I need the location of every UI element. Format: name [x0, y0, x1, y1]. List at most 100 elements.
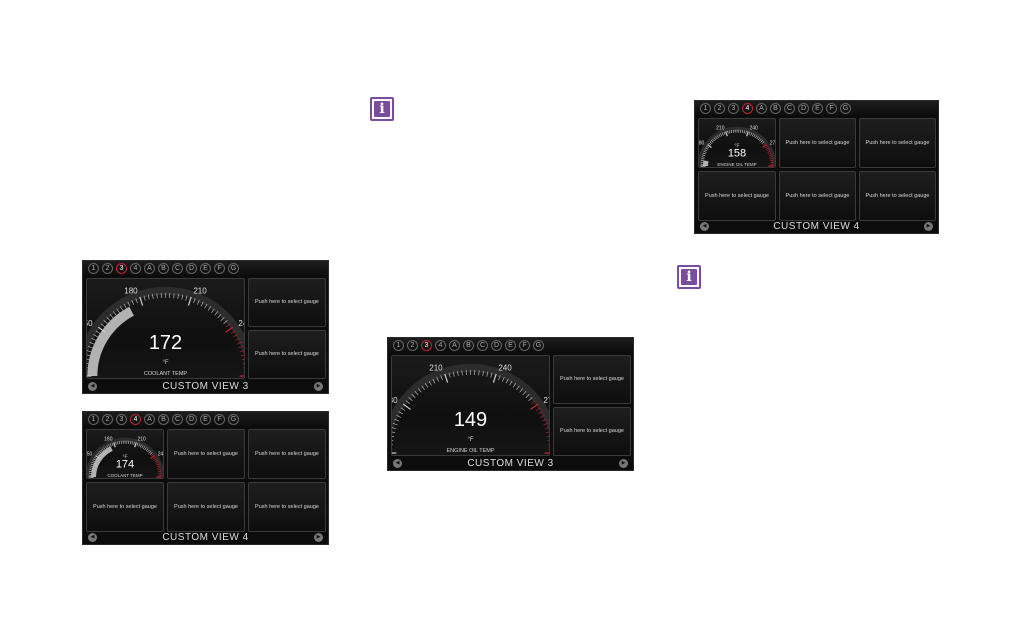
gauge-label: COOLANT TEMP — [144, 371, 188, 377]
arrow-right-icon[interactable]: ▶ — [314, 382, 323, 391]
gauge-tick-label: 180 — [104, 437, 113, 443]
tab-b[interactable]: B — [770, 102, 781, 114]
select-gauge-button[interactable]: Push here to select gauge — [859, 118, 936, 168]
gauge-value: 172 — [149, 332, 182, 354]
view-tabs: 1234ABCDEFG — [83, 261, 328, 275]
gauge-tick — [746, 131, 749, 137]
gauge-tick — [85, 354, 91, 357]
tab-f[interactable]: F — [519, 339, 530, 351]
gauge-tick-label: 150 — [87, 319, 93, 328]
gauge-tick-label: 270 — [770, 140, 775, 146]
gauge-unit: °F — [467, 437, 473, 443]
tab-a[interactable]: A — [144, 413, 155, 425]
tab-a[interactable]: A — [449, 339, 460, 351]
select-gauge-button[interactable]: Push here to select gauge — [86, 482, 164, 532]
gauge-panel[interactable]: 120150180210240270172°FCOOLANT TEMP — [83, 278, 270, 379]
tab-b[interactable]: B — [158, 413, 169, 425]
engine-oil-temp-gauge: 150180210240270300158°FENGINE OIL TEMP — [695, 126, 786, 168]
tab-3[interactable]: 3 — [728, 102, 739, 114]
tab-4[interactable]: 4 — [130, 262, 141, 274]
info-icon: i — [370, 97, 394, 121]
arrow-left-icon[interactable]: ◀ — [393, 459, 402, 468]
view-title-bar: CUSTOM VIEW 4 — [695, 220, 938, 233]
tab-e[interactable]: E — [505, 339, 516, 351]
view-title: CUSTOM VIEW 4 — [773, 221, 860, 232]
select-gauge-button[interactable]: Push here to select gauge — [248, 330, 326, 379]
tab-b[interactable]: B — [463, 339, 474, 351]
select-gauge-button[interactable]: Push here to select gauge — [553, 407, 631, 456]
tab-d[interactable]: D — [186, 413, 197, 425]
tab-4[interactable]: 4 — [435, 339, 446, 351]
tab-c[interactable]: C — [784, 102, 795, 114]
gauge-tick — [113, 442, 116, 448]
tab-g[interactable]: G — [228, 262, 239, 274]
select-gauge-button[interactable]: Push here to select gauge — [779, 171, 856, 221]
arrow-right-icon[interactable]: ▶ — [619, 459, 628, 468]
tab-2[interactable]: 2 — [714, 102, 725, 114]
tab-d[interactable]: D — [186, 262, 197, 274]
tab-c[interactable]: C — [172, 262, 183, 274]
gauge-tick — [243, 367, 249, 369]
tab-a[interactable]: A — [144, 262, 155, 274]
tab-c[interactable]: C — [172, 413, 183, 425]
tab-g[interactable]: G — [228, 413, 239, 425]
arrow-left-icon[interactable]: ◀ — [88, 533, 97, 542]
gauge-tick-label: 240 — [238, 319, 244, 328]
gauge-panel[interactable]: 150180210240270300149°FENGINE OIL TEMP — [388, 355, 575, 456]
arrow-left-icon[interactable]: ◀ — [700, 222, 709, 231]
select-gauge-button[interactable]: Push here to select gauge — [698, 171, 776, 221]
select-gauge-button[interactable]: Push here to select gauge — [859, 171, 936, 221]
select-gauge-button[interactable]: Push here to select gauge — [248, 278, 326, 327]
tab-1[interactable]: 1 — [393, 339, 404, 351]
gauge-panel[interactable]: 150180210240270300158°FENGINE OIL TEMP — [695, 118, 786, 168]
tab-g[interactable]: G — [533, 339, 544, 351]
tab-1[interactable]: 1 — [700, 102, 711, 114]
tab-f[interactable]: F — [826, 102, 837, 114]
tab-g[interactable]: G — [840, 102, 851, 114]
gauge-tick — [530, 403, 539, 410]
tab-3[interactable]: 3 — [421, 339, 432, 351]
gauge-tick-label: 240 — [498, 363, 512, 372]
tab-d[interactable]: D — [798, 102, 809, 114]
tab-1[interactable]: 1 — [88, 262, 99, 274]
gauge-tick — [547, 439, 553, 442]
gauge-panel[interactable]: 120150180210240270174°FCOOLANT TEMP — [83, 429, 174, 479]
gauge-tick — [402, 403, 411, 410]
select-gauge-button[interactable]: Push here to select gauge — [248, 482, 326, 532]
select-gauge-button[interactable]: Push here to select gauge — [553, 355, 631, 404]
arrow-left-icon[interactable]: ◀ — [88, 382, 97, 391]
select-gauge-button[interactable]: Push here to select gauge — [167, 482, 245, 532]
tab-4[interactable]: 4 — [742, 102, 753, 114]
select-gauge-button[interactable]: Push here to select gauge — [167, 429, 245, 479]
gauge-tick — [546, 435, 552, 438]
select-gauge-button[interactable]: Push here to select gauge — [248, 429, 326, 479]
arrow-right-icon[interactable]: ▶ — [314, 533, 323, 542]
view-title: CUSTOM VIEW 3 — [162, 381, 249, 392]
gauge-tick-label: 270 — [543, 396, 549, 405]
tab-e[interactable]: E — [200, 262, 211, 274]
tab-a[interactable]: A — [756, 102, 767, 114]
arrow-right-icon[interactable]: ▶ — [924, 222, 933, 231]
tab-b[interactable]: B — [158, 262, 169, 274]
gauge-tick — [545, 431, 551, 434]
tab-3[interactable]: 3 — [116, 413, 127, 425]
tab-d[interactable]: D — [491, 339, 502, 351]
tab-e[interactable]: E — [200, 413, 211, 425]
tab-f[interactable]: F — [214, 262, 225, 274]
tab-e[interactable]: E — [812, 102, 823, 114]
tab-1[interactable]: 1 — [88, 413, 99, 425]
tab-4[interactable]: 4 — [130, 413, 141, 425]
gauge-tick — [240, 354, 246, 357]
tab-f[interactable]: F — [214, 413, 225, 425]
view-title-bar: CUSTOM VIEW 3 — [83, 380, 328, 393]
tab-c[interactable]: C — [477, 339, 488, 351]
tab-2[interactable]: 2 — [102, 262, 113, 274]
tab-2[interactable]: 2 — [407, 339, 418, 351]
screen-coolant-custom-view-3: 1234ABCDEFG 120150180210240270172°FCOOLA… — [82, 260, 329, 394]
tab-3[interactable]: 3 — [116, 262, 127, 274]
gauge-tick-label: 150 — [87, 451, 93, 457]
select-gauge-button[interactable]: Push here to select gauge — [779, 118, 856, 168]
gauge-unit: °F — [734, 143, 739, 149]
gauge-tick — [548, 444, 554, 446]
tab-2[interactable]: 2 — [102, 413, 113, 425]
